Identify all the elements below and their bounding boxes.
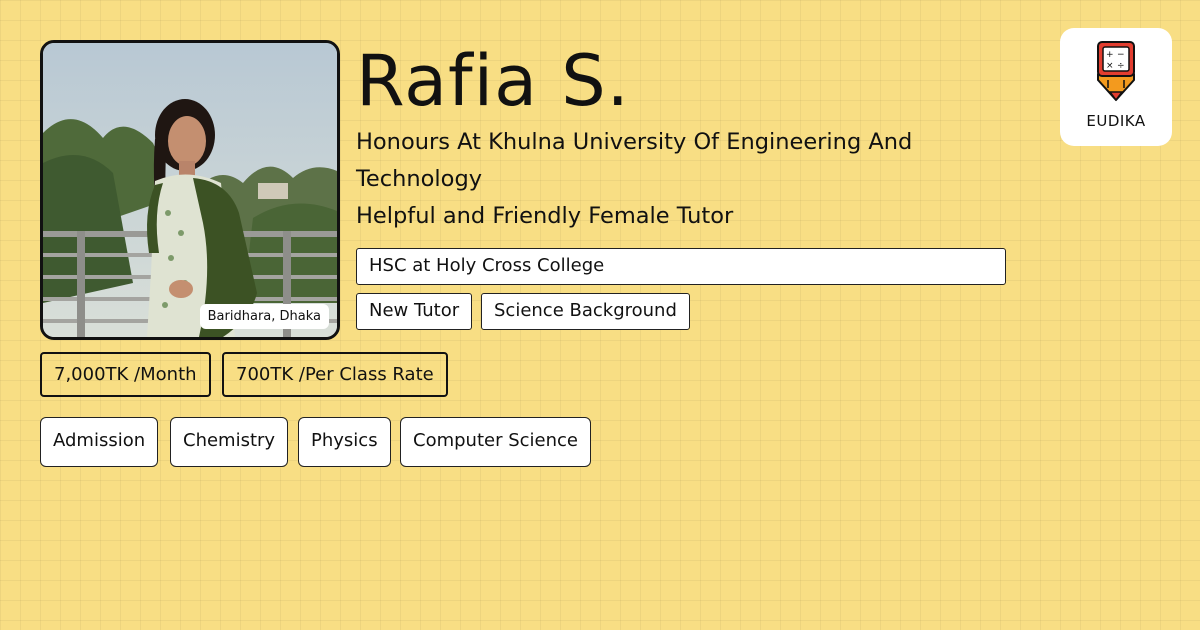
pencil-calculator-icon: + − × ÷ <box>1097 41 1135 102</box>
svg-text:÷: ÷ <box>1117 61 1125 71</box>
subject-chip: Chemistry <box>170 417 289 467</box>
tutor-subtitle: Honours At Khulna University Of Engineer… <box>356 124 1016 235</box>
tutor-photo-image <box>43 43 337 337</box>
eudika-logo: + − × ÷ EUDIKA <box>1060 28 1172 146</box>
tutor-tagline: Helpful and Friendly Female Tutor <box>356 203 734 229</box>
tutor-name: Rafia S. <box>356 40 630 122</box>
svg-text:−: − <box>1117 50 1125 60</box>
per-class-rate-badge: 700TK /Per Class Rate <box>222 352 448 397</box>
monthly-rate-badge: 7,000TK /Month <box>40 352 211 397</box>
education-chip: HSC at Holy Cross College <box>356 248 1006 285</box>
tutor-institution: Honours At Khulna University Of Engineer… <box>356 129 913 192</box>
new-tutor-chip: New Tutor <box>356 293 473 330</box>
background-chip: Science Background <box>481 293 690 330</box>
brand-name: EUDIKA <box>1086 112 1146 130</box>
tutor-photo: Baridhara, Dhaka <box>40 40 340 340</box>
location-tag: Baridhara, Dhaka <box>199 304 329 329</box>
svg-text:×: × <box>1106 61 1114 71</box>
subject-chip: Admission <box>40 417 159 467</box>
subject-chip: Physics <box>298 417 391 467</box>
svg-text:+: + <box>1106 50 1114 60</box>
subject-chip: Computer Science <box>400 417 591 467</box>
